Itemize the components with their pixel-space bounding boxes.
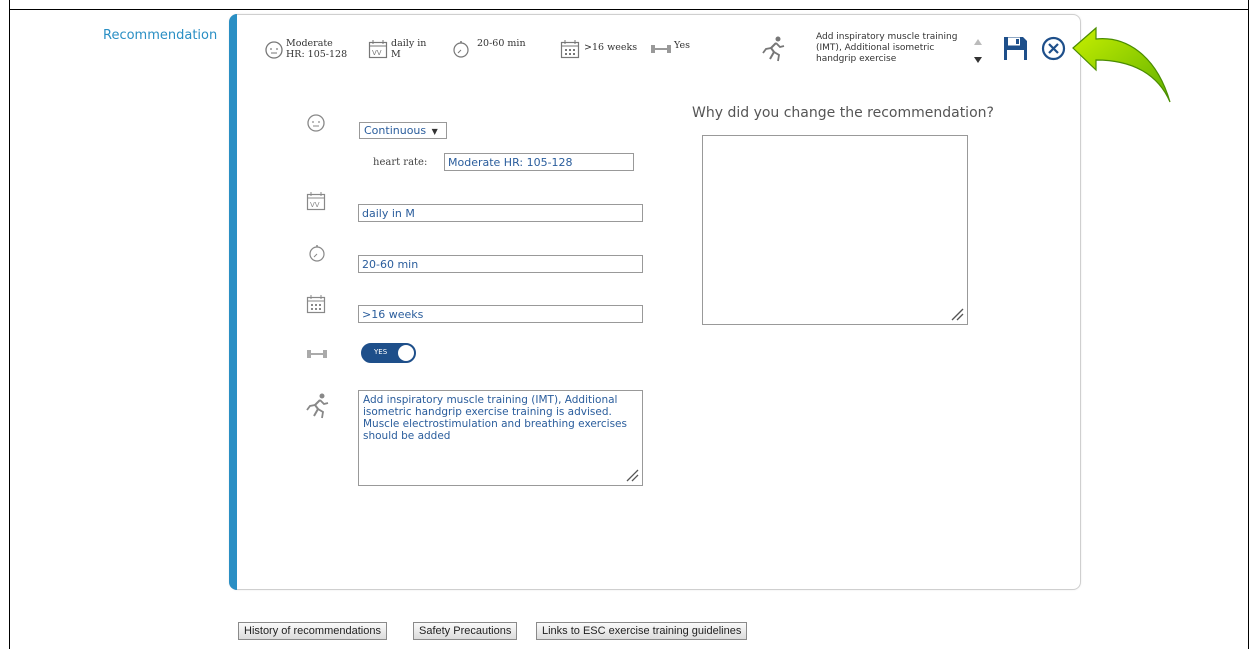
svg-text:VV: VV: [310, 201, 320, 209]
summary-period: >16 weeks: [584, 42, 638, 53]
svg-text:VV: VV: [372, 49, 382, 57]
period-field[interactable]: >16 weeks: [358, 305, 643, 323]
safety-precautions-button[interactable]: Safety Precautions: [413, 622, 518, 640]
additional-recommendation-text: Add inspiratory muscle training (IMT), A…: [363, 394, 627, 442]
scroll-up-arrow-icon[interactable]: [973, 38, 983, 46]
exercise-type-value: Continuous: [364, 124, 427, 137]
resize-handle-icon[interactable]: [950, 307, 964, 321]
dumbbell-icon: [651, 45, 671, 53]
exercise-type-select[interactable]: Continuous ▼: [359, 122, 447, 139]
frame-right-border: [1248, 0, 1249, 649]
summary-frequency: daily in M: [391, 38, 427, 60]
toggle-knob: [398, 345, 414, 361]
summary-duration: 20-60 min: [477, 38, 526, 49]
toggle-label: YES: [374, 348, 388, 356]
change-reason-textarea[interactable]: [702, 135, 968, 325]
calendar-week-icon-form: VV: [306, 192, 326, 211]
save-icon[interactable]: [1003, 36, 1028, 61]
calendar-grid-icon-form: [306, 295, 326, 314]
history-of-recommendations-button[interactable]: History of recommendations: [238, 622, 387, 640]
intensity-face-icon-form: [307, 114, 325, 132]
dumbbell-icon-form: [307, 350, 327, 358]
intensity-face-icon: [265, 41, 283, 59]
additional-recommendation-textarea[interactable]: Add inspiratory muscle training (IMT), A…: [358, 390, 643, 486]
summary-resistance: Yes: [674, 40, 690, 51]
heart-rate-field[interactable]: Moderate HR: 105-128: [444, 153, 634, 171]
heart-rate-label: heart rate:: [373, 157, 428, 168]
summary-additional: Add inspiratory muscle training (IMT), A…: [816, 32, 958, 64]
frame-left-border: [9, 0, 10, 649]
frame-top-border: [10, 9, 1248, 10]
frequency-field[interactable]: daily in M: [358, 204, 643, 222]
running-person-icon-form: [306, 393, 329, 419]
calendar-grid-icon: [560, 40, 580, 59]
green-pointer-arrow-icon: [1072, 26, 1171, 103]
stopwatch-icon: [453, 41, 469, 58]
resize-handle-icon[interactable]: [625, 468, 639, 482]
esc-guidelines-links-button[interactable]: Links to ESC exercise training guideline…: [536, 622, 748, 640]
recommendation-label: Recommendation: [103, 28, 218, 43]
change-reason-question: Why did you change the recommendation?: [692, 105, 994, 121]
stopwatch-icon-form: [309, 245, 325, 262]
calendar-week-icon: VV: [368, 40, 388, 59]
resistance-toggle[interactable]: YES: [361, 343, 416, 363]
summary-intensity: Moderate HR: 105-128: [286, 38, 348, 60]
card-accent-bar: [229, 14, 237, 590]
running-person-icon: [762, 36, 785, 62]
close-circle-icon[interactable]: [1041, 36, 1066, 61]
scroll-down-arrow-icon[interactable]: [973, 56, 983, 64]
duration-field[interactable]: 20-60 min: [358, 255, 643, 273]
chevron-down-icon: ▼: [431, 127, 438, 136]
